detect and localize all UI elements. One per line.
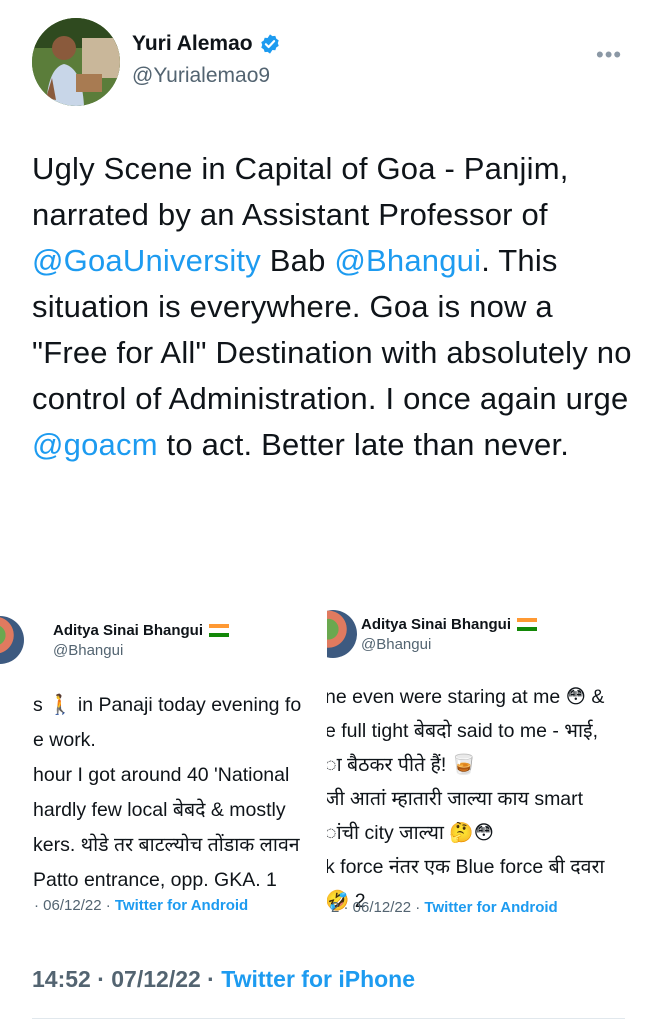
embedded-tweet-body: s 🚶 in Panaji today evening fo e work. h… bbox=[33, 688, 301, 898]
embedded-author-handle: @Bhangui bbox=[53, 642, 124, 659]
more-options-icon[interactable]: ••• bbox=[596, 42, 622, 68]
embedded-line: ांची city जाल्या 🤔😳 bbox=[327, 822, 494, 844]
embedded-line: e work. bbox=[33, 729, 96, 751]
embedded-line: s 🚶 in Panaji today evening fo bbox=[33, 694, 302, 716]
divider bbox=[32, 1018, 625, 1019]
embedded-date: · 06/12/22 · bbox=[34, 897, 111, 914]
mention-link[interactable]: @Bhangui bbox=[334, 243, 481, 278]
embedded-screenshot-right[interactable]: Aditya Sinai Bhangui @Bhangui ne even we… bbox=[327, 600, 657, 930]
embedded-tweet-body: ne even were staring at me 😳 & e full ti… bbox=[327, 680, 605, 918]
embedded-line: e full tight बेबदो said to me - भाई, bbox=[327, 720, 599, 742]
embedded-author-name: Aditya Sinai Bhangui bbox=[53, 622, 204, 639]
tweet-timestamp: 14:52 · 07/12/22 · bbox=[32, 966, 215, 992]
embedded-source-link[interactable]: Twitter for Android bbox=[424, 899, 557, 916]
embedded-source-link[interactable]: Twitter for Android bbox=[115, 897, 248, 914]
embedded-avatar bbox=[327, 610, 357, 658]
embedded-date: 2 · 06/12/22 · bbox=[331, 899, 421, 916]
embedded-meta: 2 · 06/12/22 · Twitter for Android bbox=[331, 899, 558, 916]
author-avatar[interactable] bbox=[32, 18, 120, 106]
india-flag-icon bbox=[209, 624, 230, 637]
embedded-author-handle: @Bhangui bbox=[361, 636, 432, 653]
tweet-meta: 14:52 · 07/12/22 · Twitter for iPhone bbox=[32, 966, 415, 993]
embedded-screenshot-left[interactable]: Aditya Sinai Bhangui @Bhangui s 🚶 in Pan… bbox=[0, 600, 327, 930]
embedded-line: ा बैठकर पीते हैं! 🥃 bbox=[327, 754, 477, 776]
tweet-text-segment: to act. Better late than never. bbox=[157, 427, 570, 462]
tweet-text: Ugly Scene in Capital of Goa - Panjim, n… bbox=[32, 146, 632, 468]
author-name[interactable]: Yuri Alemao bbox=[132, 32, 253, 56]
embedded-author-name: Aditya Sinai Bhangui bbox=[361, 616, 512, 633]
tweet-text-segment: Ugly Scene in Capital of Goa - Panjim, n… bbox=[32, 151, 569, 232]
mention-link[interactable]: @goacm bbox=[32, 427, 158, 462]
author-handle[interactable]: @Yurialemao9 bbox=[132, 64, 270, 88]
embedded-line: hardly few local बेबदे & mostly bbox=[33, 799, 286, 821]
embedded-line: kers. थोडे तर बाटल्योच तोंडाक लावन bbox=[33, 834, 300, 856]
mention-link[interactable]: @GoaUniversity bbox=[32, 243, 261, 278]
india-flag-icon bbox=[517, 618, 538, 631]
tweet-source-link[interactable]: Twitter for iPhone bbox=[221, 966, 415, 992]
embedded-line: Patto entrance, opp. GKA. 1 bbox=[33, 869, 277, 891]
tweet-text-segment: Bab bbox=[260, 243, 335, 278]
embedded-line: जी आतां म्हातारी जाल्या काय smart bbox=[327, 788, 584, 810]
embedded-line: ne even were staring at me 😳 & bbox=[327, 686, 605, 708]
embedded-avatar bbox=[0, 616, 24, 664]
embedded-line: k force नंतर एक Blue force बी दवरा bbox=[327, 856, 605, 878]
verified-badge-icon bbox=[260, 34, 279, 54]
embedded-line: hour I got around 40 'National bbox=[33, 764, 290, 786]
embedded-meta: · 06/12/22 · Twitter for Android bbox=[34, 897, 248, 914]
